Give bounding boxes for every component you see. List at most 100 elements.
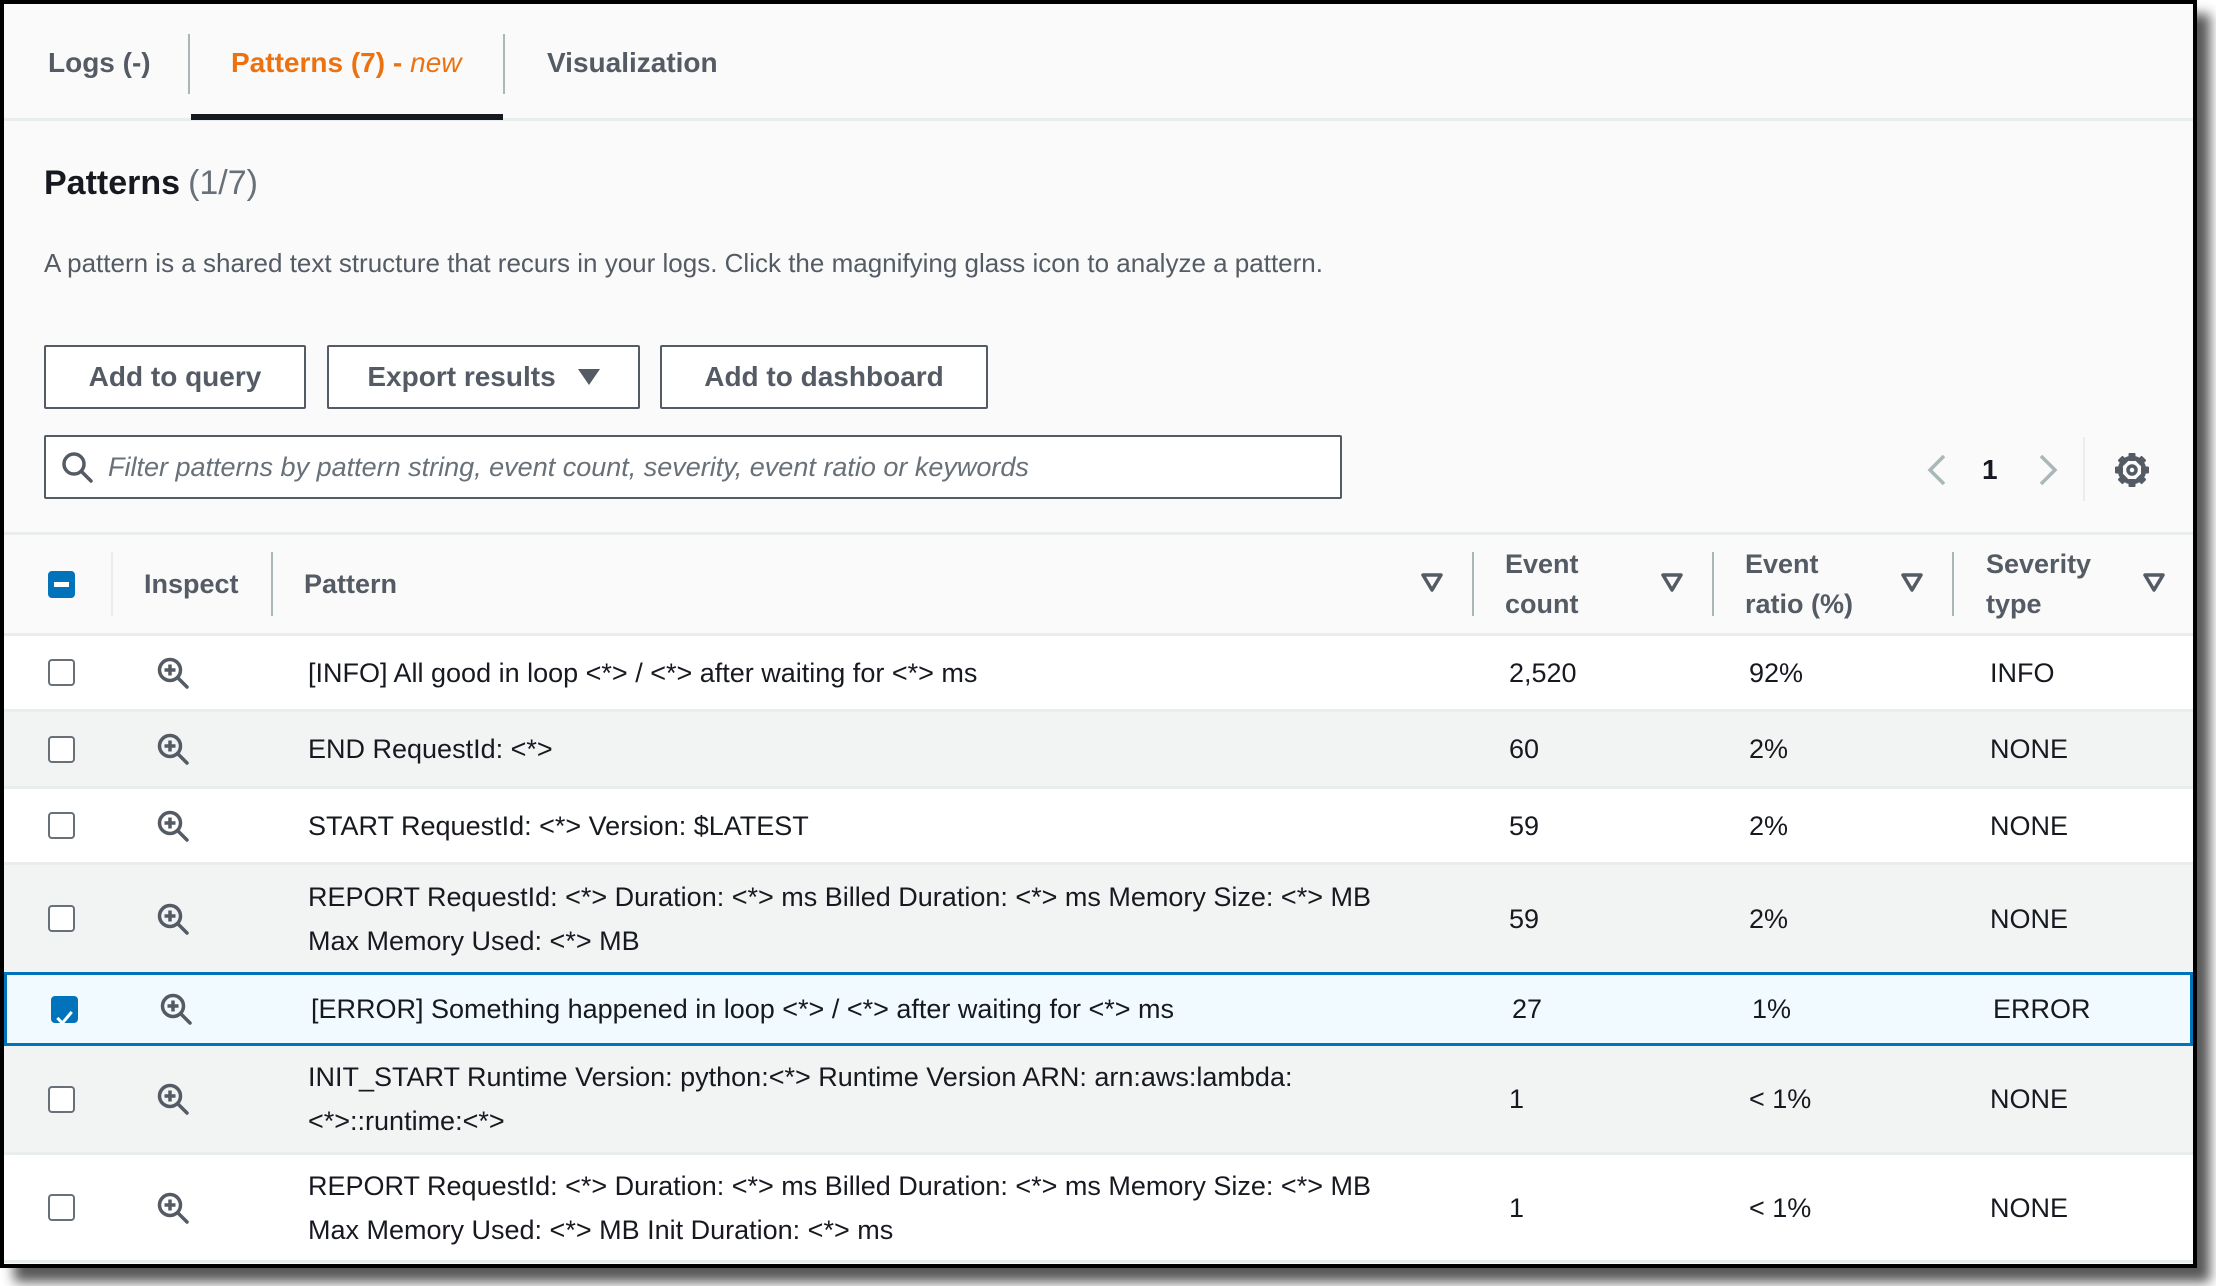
pattern-text-line1: START RequestId: <*> Version: $LATEST <box>308 810 809 841</box>
page-title-text: Patterns <box>44 164 181 202</box>
gear-icon[interactable] <box>2112 450 2152 490</box>
event-count-header-line2: count <box>1505 589 1579 619</box>
severity-header-line2: type <box>1986 589 2042 619</box>
row-checkbox[interactable] <box>48 735 75 763</box>
add-to-query-button[interactable]: Add to query <box>44 345 306 409</box>
add-to-dashboard-label: Add to dashboard <box>704 361 944 392</box>
row-select-cell <box>48 865 75 972</box>
inspect-cell <box>156 865 190 972</box>
table-row[interactable]: [ERROR] Something happened in loop <*> /… <box>4 972 2193 1046</box>
pagination-divider <box>2083 437 2085 501</box>
row-checkbox[interactable] <box>48 812 75 839</box>
column-divider <box>111 552 113 616</box>
tab-patterns[interactable]: Patterns (7) - new <box>231 4 462 121</box>
selection-count: (1/7) <box>188 164 258 202</box>
pattern-cell: REPORT RequestId: <*> Duration: <*> ms B… <box>308 1155 1438 1260</box>
row-checkbox[interactable] <box>48 905 75 932</box>
patterns-panel: Logs (-) Patterns (7) - new Visualizatio… <box>0 0 2197 1268</box>
zoom-in-magnifier-icon[interactable] <box>156 902 190 936</box>
event-count-cell: 60 <box>1509 734 1540 764</box>
event-ratio-header-line2: ratio (%) <box>1745 589 1853 619</box>
page-title: Patterns (1/7) <box>44 164 258 203</box>
column-header-event-count[interactable]: Event count <box>1505 535 1579 633</box>
table-row[interactable]: [INFO] All good in loop <*> / <*> after … <box>4 636 2193 712</box>
pattern-cell: INIT_START Runtime Version: python:<*> R… <box>308 1046 1438 1152</box>
table-row[interactable]: START RequestId: <*> Version: $LATEST 59… <box>4 789 2193 865</box>
column-divider[interactable] <box>1952 552 1954 616</box>
sort-triangle-icon[interactable] <box>1660 572 1684 594</box>
table-row[interactable]: REPORT RequestId: <*> Duration: <*> ms B… <box>4 865 2193 975</box>
table-row[interactable]: REPORT RequestId: <*> Duration: <*> ms B… <box>4 1155 2193 1263</box>
filter-patterns-field[interactable] <box>44 435 1342 499</box>
current-page-number[interactable]: 1 <box>1982 450 1998 490</box>
event-count-cell: 2,520 <box>1509 657 1577 688</box>
add-to-dashboard-button[interactable]: Add to dashboard <box>660 345 988 409</box>
event-ratio-header-line1: Event <box>1745 549 1819 579</box>
export-results-label: Export results <box>367 361 556 392</box>
row-checkbox[interactable] <box>48 1194 75 1221</box>
row-checkbox[interactable] <box>51 995 78 1025</box>
severity-cell: INFO <box>1990 657 2055 688</box>
pattern-text-line2: Max Memory Used: <*> MB <box>308 925 640 956</box>
table-row[interactable]: END RequestId: <*> 60 2% NONE <box>4 712 2193 789</box>
zoom-in-magnifier-icon[interactable] <box>159 992 193 1026</box>
header-select-all[interactable] <box>48 535 75 633</box>
sort-triangle-icon[interactable] <box>1420 572 1444 594</box>
zoom-in-magnifier-icon[interactable] <box>156 656 190 690</box>
row-select-cell <box>48 636 75 709</box>
export-results-button[interactable]: Export results <box>327 345 640 409</box>
tab-logs-label: Logs (-) <box>48 46 151 78</box>
select-all-checkbox[interactable] <box>48 570 75 598</box>
active-tab-indicator <box>191 114 503 120</box>
inspect-cell <box>156 712 190 786</box>
event-count-cell: 59 <box>1509 810 1540 841</box>
column-divider[interactable] <box>1472 552 1474 616</box>
column-divider[interactable] <box>1712 552 1714 616</box>
pattern-cell: [INFO] All good in loop <*> / <*> after … <box>308 636 1438 709</box>
pattern-cell: END RequestId: <*> <box>308 712 1438 786</box>
event-count-header-line1: Event <box>1505 549 1579 579</box>
pattern-cell: [ERROR] Something happened in loop <*> /… <box>311 975 1441 1043</box>
event-count-cell: 1 <box>1509 1192 1525 1223</box>
pattern-text-line1: [INFO] All good in loop <*> / <*> after … <box>308 657 978 688</box>
column-header-severity[interactable]: Severity type <box>1986 535 2091 633</box>
zoom-in-magnifier-icon[interactable] <box>156 732 190 766</box>
row-checkbox[interactable] <box>48 659 75 686</box>
column-divider[interactable] <box>271 552 273 616</box>
table-header: Inspect Pattern Event count Event ratio (%… <box>4 532 2193 636</box>
row-select-cell <box>48 1046 75 1152</box>
tab-logs[interactable]: Logs (-) <box>48 4 151 121</box>
inspect-cell <box>156 789 190 862</box>
table-row[interactable]: INIT_START Runtime Version: python:<*> R… <box>4 1046 2193 1155</box>
sort-triangle-icon[interactable] <box>2142 572 2166 594</box>
tab-patterns-label: Patterns (7) - <box>231 46 403 78</box>
event-ratio-cell: 2% <box>1749 810 1789 841</box>
row-checkbox[interactable] <box>48 1085 75 1113</box>
page-description: A pattern is a shared text structure tha… <box>44 248 1323 278</box>
severity-cell: NONE <box>1990 734 2069 764</box>
sort-triangle-icon[interactable] <box>1900 572 1924 594</box>
pattern-cell: START RequestId: <*> Version: $LATEST <box>308 789 1438 862</box>
event-ratio-cell: 92% <box>1749 657 1804 688</box>
previous-page-chevron-icon[interactable] <box>1922 450 1952 490</box>
tab-visualization[interactable]: Visualization <box>547 4 718 121</box>
pattern-text-line2: Max Memory Used: <*> MB Init Duration: <… <box>308 1214 894 1245</box>
event-ratio-cell: < 1% <box>1749 1192 1812 1223</box>
next-page-chevron-icon[interactable] <box>2033 450 2063 490</box>
zoom-in-magnifier-icon[interactable] <box>156 1082 190 1116</box>
tab-divider <box>188 34 190 94</box>
pattern-text-line1: REPORT RequestId: <*> Duration: <*> ms B… <box>308 1170 1371 1201</box>
event-ratio-cell: 2% <box>1749 734 1789 764</box>
pattern-text-line1: REPORT RequestId: <*> Duration: <*> ms B… <box>308 881 1371 912</box>
zoom-in-magnifier-icon[interactable] <box>156 1191 190 1225</box>
column-header-inspect: Inspect <box>144 569 239 599</box>
checkmark-icon <box>56 1010 73 1025</box>
filter-patterns-input[interactable] <box>108 437 1340 497</box>
zoom-in-magnifier-icon[interactable] <box>156 809 190 843</box>
severity-cell: NONE <box>1990 903 2069 934</box>
column-header-pattern[interactable]: Pattern <box>304 535 397 633</box>
severity-header-line1: Severity <box>1986 549 2092 579</box>
event-count-cell: 1 <box>1509 1084 1525 1114</box>
tab-divider <box>503 34 505 94</box>
column-header-event-ratio[interactable]: Event ratio (%) <box>1745 535 1853 633</box>
